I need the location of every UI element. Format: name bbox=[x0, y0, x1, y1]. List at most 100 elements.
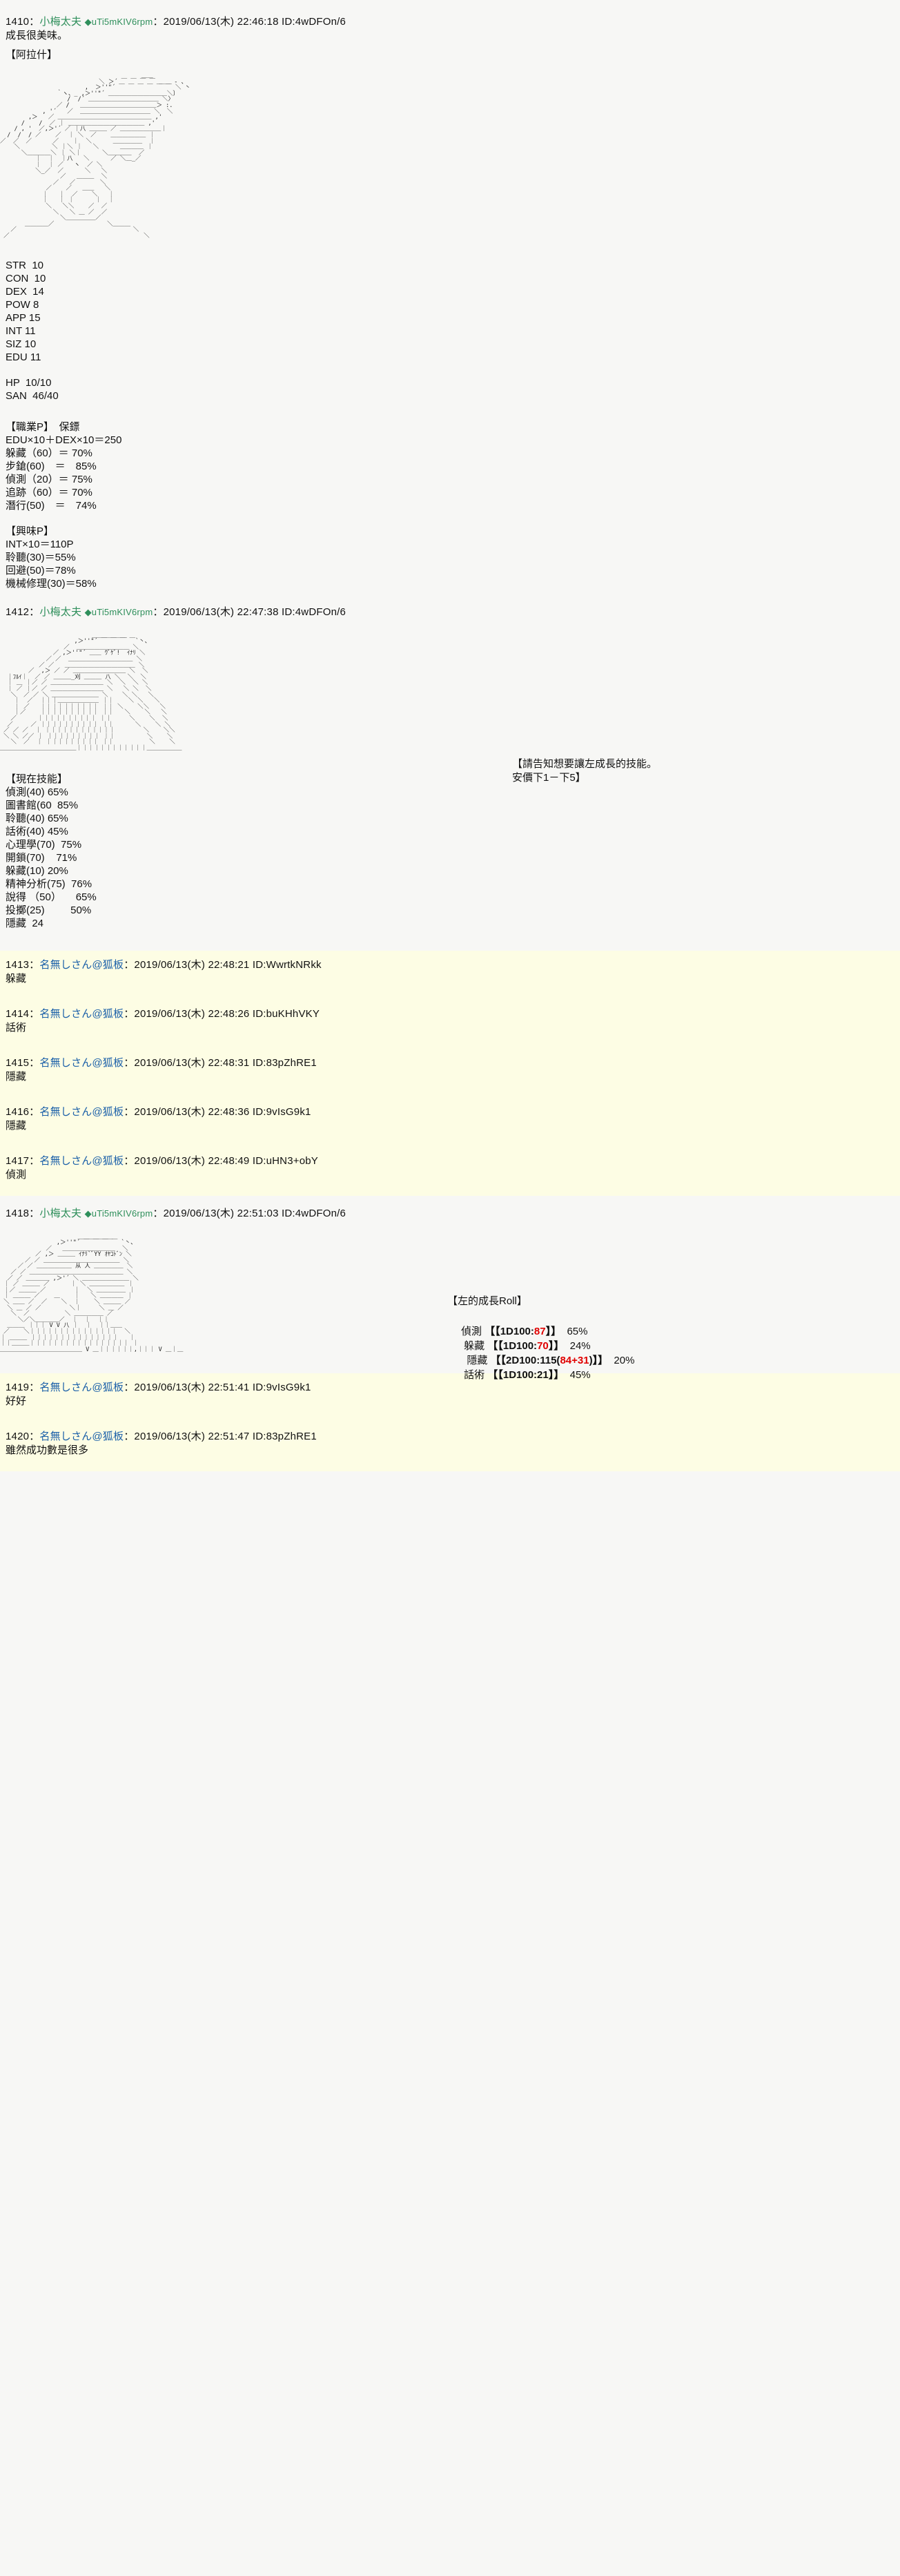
roll-row-spot-pre: 【【1D100: bbox=[485, 1325, 534, 1337]
roll-row-spot-value: 87 bbox=[534, 1325, 546, 1337]
post-date: 2019/06/13(木) bbox=[134, 1382, 206, 1394]
post-body: 偵測 bbox=[6, 1168, 27, 1181]
header-separator-2: ： bbox=[124, 1154, 135, 1167]
roll-row-conceal-pre: 【【2D100:115( bbox=[490, 1354, 560, 1366]
post-author-name: 名無しさん@狐板 bbox=[39, 1105, 124, 1118]
post-body: 雖然成功數是很多 bbox=[6, 1444, 89, 1457]
header-separator: ： bbox=[29, 1382, 40, 1394]
post-body-line-2: 【阿拉什】 bbox=[6, 49, 58, 61]
stat-hp: HP 10/10 bbox=[6, 376, 52, 389]
post-number[interactable]: 1418 bbox=[6, 1208, 29, 1219]
current-skill-psychoanalysis: 精神分析(75) 76% bbox=[6, 878, 92, 890]
attr-int: INT 11 bbox=[6, 325, 36, 337]
post-date: 2019/06/13(木) bbox=[134, 1056, 206, 1069]
post-date: 2019/06/13(木) bbox=[163, 16, 235, 28]
post-1416: 1416：名無しさん@狐板：2019/06/13(木) 22:48:36 ID:… bbox=[0, 1103, 900, 1140]
post-1419: 1419：名無しさん@狐板：2019/06/13(木) 22:51:41 ID:… bbox=[0, 1379, 900, 1415]
roll-row-fasttalk-pre: 【【1D100:21 bbox=[487, 1368, 549, 1381]
hobby-skill-dodge: 回避(50)＝78% bbox=[6, 564, 76, 577]
post-header: 1417：名無しさん@狐板：2019/06/13(木) 22:48:49 ID:… bbox=[0, 1152, 900, 1168]
attr-app: APP 15 bbox=[6, 311, 41, 324]
post-date: 2019/06/13(木) bbox=[134, 1007, 206, 1020]
occupation-skill-block: 【職業P】 保鏢 EDU×10＋DEX×10＝250 躲藏（60）＝ 70% 步… bbox=[0, 420, 900, 512]
post-body: 隱藏 bbox=[6, 1119, 27, 1132]
attr-edu: EDU 11 bbox=[6, 351, 41, 363]
post-date: 2019/06/13(木) bbox=[163, 1207, 235, 1219]
post-time: 22:48:31 bbox=[208, 1056, 250, 1069]
prompt-balloon: 【請告知想要讓左成長的技能。 安價下1－下5】 bbox=[512, 757, 657, 785]
post-body: 話術 bbox=[6, 1021, 27, 1034]
post-number[interactable]: 1413 bbox=[6, 959, 29, 971]
ascii-art-arash: ＿＿ ＼ ＞´ ￣ ￣ ￣ ￣ ＿＿ ‐ 、 , ＞''"´ ￣ ￣ ￣ ￣ ￣… bbox=[0, 72, 191, 240]
post-id: ID:9vIsG9k1 bbox=[252, 1105, 311, 1118]
post-tripcode: ◆uTi5mKIV6rpm bbox=[84, 17, 153, 27]
post-id: ID:83pZhRE1 bbox=[252, 1056, 317, 1069]
header-separator-2: ： bbox=[124, 1056, 135, 1069]
current-skill-throw: 投擲(25) 50% bbox=[6, 904, 92, 916]
roll-result-rows: 偵測 【【1D100:87】】 65% 躲藏 【【1D100:70】】 24% … bbox=[461, 1324, 634, 1382]
roll-row-fasttalk-post: 】】 bbox=[548, 1368, 565, 1381]
post-time: 22:48:26 bbox=[208, 1007, 250, 1020]
post-author-name: 小梅太夫 bbox=[39, 16, 82, 28]
occupation-skill-rifle: 步鎗(60) ＝ 85% bbox=[6, 460, 97, 472]
post-1420: 1420：名無しさん@狐板：2019/06/13(木) 22:51:47 ID:… bbox=[0, 1428, 900, 1464]
post-number[interactable]: 1419 bbox=[6, 1382, 29, 1393]
post-number[interactable]: 1410 bbox=[6, 16, 29, 28]
post-number[interactable]: 1415 bbox=[6, 1057, 29, 1069]
ascii-art-character-2: ＿＿＿＿＿＿ ,＞''"´ ￣ ￣ ￣ ￣`丶、 ／ ＿＿＿＿＿＿＿＿＿ ＼ ／… bbox=[0, 632, 182, 752]
post-1417: 1417：名無しさん@狐板：2019/06/13(木) 22:48:49 ID:… bbox=[0, 1152, 900, 1189]
post-id: ID:4wDFOn/6 bbox=[282, 16, 346, 28]
header-separator: ： bbox=[29, 1207, 40, 1219]
header-separator-2: ： bbox=[124, 1431, 135, 1443]
reply-group-1413-1417: 1413：名無しさん@狐板：2019/06/13(木) 22:48:21 ID:… bbox=[0, 950, 900, 1196]
post-id: ID:83pZhRE1 bbox=[252, 1431, 317, 1443]
current-skill-listen: 聆聽(40) 65% bbox=[6, 812, 68, 824]
post-date: 2019/06/13(木) bbox=[163, 606, 235, 618]
post-1413: 1413：名無しさん@狐板：2019/06/13(木) 22:48:21 ID:… bbox=[0, 956, 900, 993]
roll-row-spot-post: 】】 bbox=[545, 1325, 562, 1337]
attr-pow: POW 8 bbox=[6, 298, 39, 311]
post-body: 好好 bbox=[6, 1395, 27, 1408]
post-number[interactable]: 1416 bbox=[6, 1106, 29, 1118]
post-author-name: 名無しさん@狐板 bbox=[39, 1382, 124, 1394]
post-id: ID:4wDFOn/6 bbox=[282, 1207, 346, 1219]
post-author-name: 名無しさん@狐板 bbox=[39, 1431, 124, 1443]
hobby-formula: INT×10＝110P bbox=[6, 538, 74, 550]
roll-row-fasttalk-percent: 45% bbox=[569, 1368, 591, 1381]
header-separator-2: ： bbox=[124, 1382, 135, 1394]
post-id: ID:WwrtkNRkk bbox=[252, 958, 322, 971]
post-number[interactable]: 1420 bbox=[6, 1431, 29, 1442]
post-time: 22:48:49 bbox=[208, 1154, 250, 1167]
roll-row-conceal-value: 84+31 bbox=[560, 1354, 589, 1366]
hobby-skill-listen: 聆聽(30)＝55% bbox=[6, 551, 76, 563]
post-number[interactable]: 1414 bbox=[6, 1008, 29, 1020]
post-number[interactable]: 1417 bbox=[6, 1155, 29, 1167]
post-header: 1415：名無しさん@狐板：2019/06/13(木) 22:48:31 ID:… bbox=[0, 1054, 900, 1070]
header-separator-2: ： bbox=[153, 16, 164, 28]
post-header: 1420：名無しさん@狐板：2019/06/13(木) 22:51:47 ID:… bbox=[0, 1428, 900, 1444]
post-time: 22:48:21 bbox=[208, 958, 250, 971]
roll-row-hide: 躲藏 【【1D100:70】】 24% bbox=[461, 1339, 590, 1352]
roll-row-hide-post: 】】 bbox=[548, 1339, 565, 1352]
post-time: 22:51:47 bbox=[208, 1431, 250, 1443]
reply-group-1419-1420: 1419：名無しさん@狐板：2019/06/13(木) 22:51:41 ID:… bbox=[0, 1373, 900, 1472]
post-number[interactable]: 1412 bbox=[6, 606, 29, 618]
header-separator-2: ： bbox=[124, 1105, 135, 1118]
header-separator: ： bbox=[29, 16, 40, 28]
post-1415: 1415：名無しさん@狐板：2019/06/13(木) 22:48:31 ID:… bbox=[0, 1054, 900, 1091]
stat-san: SAN 46/40 bbox=[6, 389, 59, 402]
header-separator: ： bbox=[29, 1105, 40, 1118]
character-attributes: STR 10 CON 10 DEX 14 POW 8 APP 15 INT 11… bbox=[0, 259, 900, 364]
post-body: 隱藏 bbox=[6, 1070, 27, 1083]
post-author-name: 名無しさん@狐板 bbox=[39, 1007, 124, 1020]
occupation-skill-sneak: 潛行(50) ＝ 74% bbox=[6, 499, 97, 512]
post-time: 22:51:41 bbox=[208, 1382, 250, 1394]
hobby-skill-mechrepair: 機械修理(30)＝58% bbox=[6, 577, 97, 590]
thread-page: 1410：小梅太夫 ◆uTi5mKIV6rpm：2019/06/13(木) 22… bbox=[0, 0, 900, 2576]
post-1410: 1410：小梅太夫 ◆uTi5mKIV6rpm：2019/06/13(木) 22… bbox=[0, 0, 900, 590]
current-skill-fasttalk: 話術(40) 45% bbox=[6, 825, 68, 837]
hobby-skill-block: 【興味P】 INT×10＝110P 聆聽(30)＝55% 回避(50)＝78% … bbox=[0, 525, 900, 590]
attr-str: STR 10 bbox=[6, 259, 44, 271]
post-date: 2019/06/13(木) bbox=[134, 1105, 206, 1118]
post-author-name: 名無しさん@狐板 bbox=[39, 1056, 124, 1069]
